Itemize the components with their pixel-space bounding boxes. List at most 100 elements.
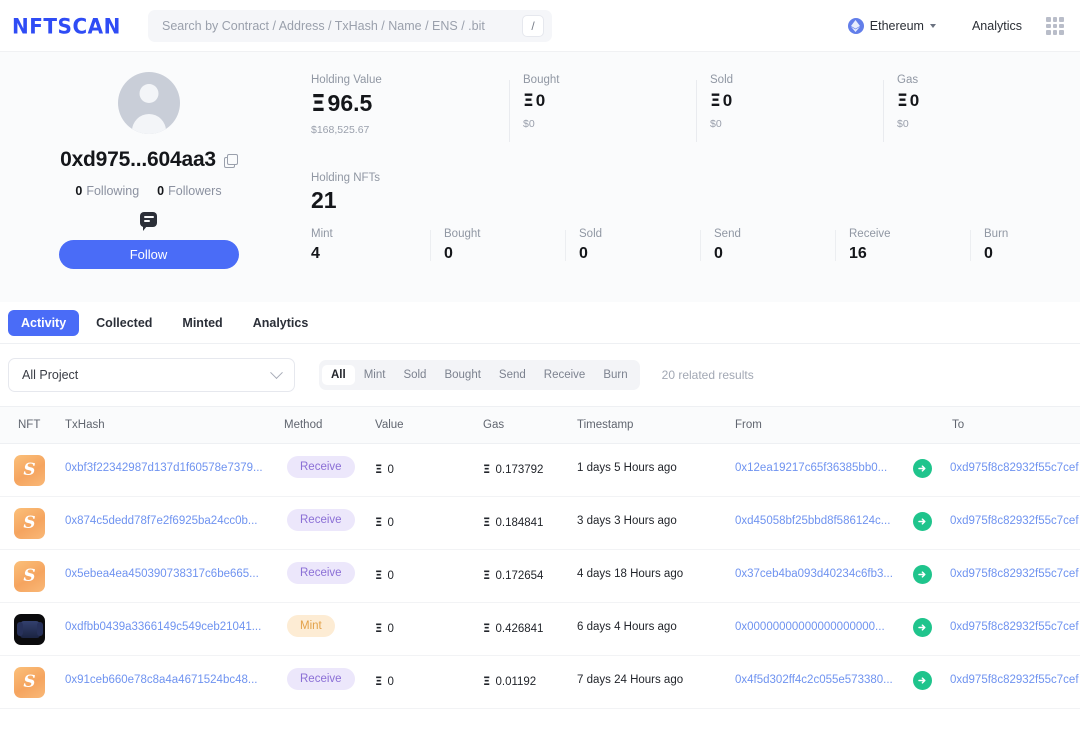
nft-thumbnail[interactable]: S	[14, 455, 45, 486]
stat-sold: Sold Ξ0 $0	[696, 74, 883, 150]
count-label: Bought	[444, 228, 565, 240]
table-row[interactable]: S0xbf3f22342987d137d1f60578e7379...Recei…	[0, 444, 1080, 497]
col-to: To	[952, 419, 964, 431]
following-stat[interactable]: 0Following	[75, 184, 139, 198]
filter-burn[interactable]: Burn	[594, 365, 636, 385]
from-address-link[interactable]: 0xd45058bf25bbd8f586124c...	[735, 515, 890, 527]
eth-symbol-icon: Ξ	[523, 91, 534, 111]
to-address-link[interactable]: 0xd975f8c82932f55c7cef	[950, 515, 1080, 527]
txhash-link[interactable]: 0x874c5dedd78f7e2f6925ba24cc0b...	[65, 515, 257, 527]
from-address-link[interactable]: 0x00000000000000000000...	[735, 621, 885, 633]
stat-usd: $0	[897, 118, 1033, 130]
table-header: NFT TxHash Method Value Gas Timestamp Fr…	[0, 406, 1080, 444]
eth-symbol-icon: Ξ	[311, 91, 326, 117]
filter-mint[interactable]: Mint	[355, 365, 395, 385]
profile-identity: 0xd975...604aa3 0Following 0Followers Fo…	[0, 52, 297, 302]
table-row[interactable]: 0xdfbb0439a3366149c549ceb21041... Mint Ξ 0…	[0, 603, 1080, 656]
following-label: Following	[86, 184, 139, 198]
timestamp-cell: 1 days 5 Hours ago	[577, 462, 677, 474]
value-cell: Ξ 0	[375, 568, 394, 582]
table-row[interactable]: S 0x5ebea4ea450390738317c6be665... Receive…	[0, 550, 1080, 603]
tab-activity[interactable]: Activity	[8, 310, 79, 336]
gas-cell: Ξ 0.426841	[483, 621, 543, 635]
timestamp-cell: 6 days 4 Hours ago	[577, 621, 677, 633]
timestamp-cell: 7 days 24 Hours ago	[577, 674, 683, 686]
gas-cell: Ξ 0.173792	[483, 462, 543, 476]
table-row[interactable]: S 0x874c5dedd78f7e2f6925ba24cc0b... Receiv…	[0, 497, 1080, 550]
method-filter-group: All Mint Sold Bought Send Receive Burn	[319, 360, 640, 390]
value-cell: Ξ 0	[375, 462, 394, 476]
follow-button[interactable]: Follow	[59, 240, 239, 269]
nftscan-logo[interactable]: NFTSCAN	[12, 13, 122, 38]
chat-bubble-icon[interactable]	[140, 212, 157, 227]
chain-selector[interactable]: Ethereum	[834, 18, 950, 34]
to-address-link[interactable]: 0xd975f8c82932f55c7cef	[950, 462, 1080, 474]
stat-label: Gas	[897, 74, 1033, 86]
to-address-link[interactable]: 0xd975f8c82932f55c7cef	[950, 621, 1080, 633]
ethereum-icon	[848, 18, 864, 34]
col-timestamp: Timestamp	[577, 419, 633, 431]
stat-value: Ξ96.5	[311, 90, 509, 117]
nft-thumbnail[interactable]: S	[14, 667, 45, 698]
txhash-link[interactable]: 0xbf3f22342987d137d1f60578e7379...	[65, 462, 263, 474]
value-cell: Ξ 0	[375, 515, 394, 529]
project-select[interactable]: All Project	[8, 358, 295, 392]
from-address-link[interactable]: 0x37ceb4ba093d40234c6fb3...	[735, 568, 893, 580]
filter-sold[interactable]: Sold	[394, 365, 435, 385]
txhash-link[interactable]: 0x91ceb660e78c8a4a4671524bc48...	[65, 674, 257, 686]
header-right-group: Ethereum Analytics	[834, 0, 1072, 52]
stat-label: Holding NFTs	[311, 172, 1080, 184]
nft-thumbnail[interactable]	[14, 614, 45, 645]
count-value: 0	[714, 245, 835, 263]
txhash-link[interactable]: 0xdfbb0439a3366149c549ceb21041...	[65, 621, 261, 633]
count-burn: Burn 0	[970, 228, 1080, 263]
txhash-link[interactable]: 0x5ebea4ea450390738317c6be665...	[65, 568, 259, 580]
filter-receive[interactable]: Receive	[535, 365, 595, 385]
tab-collected[interactable]: Collected	[83, 310, 165, 336]
wallet-address: 0xd975...604aa3	[60, 148, 216, 172]
transactions-table-body: S 0xbf3f22342987d137d1f60578e7379... Recei…	[0, 444, 1080, 709]
analytics-nav-link[interactable]: Analytics	[950, 19, 1044, 33]
followers-stat[interactable]: 0Followers	[157, 184, 221, 198]
apps-grid-icon[interactable]	[1044, 15, 1066, 37]
avatar	[118, 72, 180, 134]
follow-stats: 0Following 0Followers	[75, 184, 221, 198]
eth-symbol-icon: Ξ	[710, 91, 721, 111]
method-badge: Receive	[287, 509, 355, 531]
timestamp-cell: 3 days 3 Hours ago	[577, 515, 677, 527]
search-input[interactable]	[162, 19, 522, 33]
profile-metrics: Holding Value Ξ96.5 $168,525.67 Bought Ξ…	[297, 52, 1080, 302]
filter-all[interactable]: All	[322, 365, 355, 385]
stat-label: Holding Value	[311, 74, 509, 86]
followers-label: Followers	[168, 184, 222, 198]
nft-thumbnail[interactable]: S	[14, 508, 45, 539]
copy-icon[interactable]	[224, 154, 237, 167]
s-letter-icon: S	[23, 568, 35, 585]
col-from: From	[735, 419, 762, 431]
address-row: 0xd975...604aa3	[60, 148, 237, 172]
transfer-arrow-icon	[913, 565, 932, 584]
table-row[interactable]: S0x91ceb660e78c8a4a4671524bc48...Receive…	[0, 656, 1080, 709]
method-badge: Receive	[287, 562, 355, 584]
to-address-link[interactable]: 0xd975f8c82932f55c7cef	[950, 568, 1080, 580]
to-address-link[interactable]: 0xd975f8c82932f55c7cef	[950, 674, 1080, 686]
from-address-link[interactable]: 0x4f5d302ff4c2c055e573380...	[735, 674, 893, 686]
eth-symbol-icon: Ξ	[897, 91, 908, 111]
from-address-link[interactable]: 0x12ea19217c65f36385bb0...	[735, 462, 887, 474]
search-bar[interactable]: /	[148, 10, 552, 42]
jacket-artwork-icon	[20, 621, 40, 638]
chevron-down-icon	[930, 24, 936, 28]
stat-bought: Bought Ξ0 $0	[509, 74, 696, 150]
project-select-value: All Project	[22, 368, 78, 382]
filter-bought[interactable]: Bought	[435, 365, 489, 385]
nft-thumbnail[interactable]: S	[14, 561, 45, 592]
col-txhash: TxHash	[65, 419, 105, 431]
filter-send[interactable]: Send	[490, 365, 535, 385]
count-receive: Receive 16	[835, 228, 970, 263]
profile-summary-band: 0xd975...604aa3 0Following 0Followers Fo…	[0, 52, 1080, 302]
transfer-arrow-icon	[913, 459, 932, 478]
method-badge: Mint	[287, 615, 335, 637]
count-label: Receive	[849, 228, 970, 240]
tab-minted[interactable]: Minted	[169, 310, 235, 336]
tab-analytics[interactable]: Analytics	[240, 310, 322, 336]
